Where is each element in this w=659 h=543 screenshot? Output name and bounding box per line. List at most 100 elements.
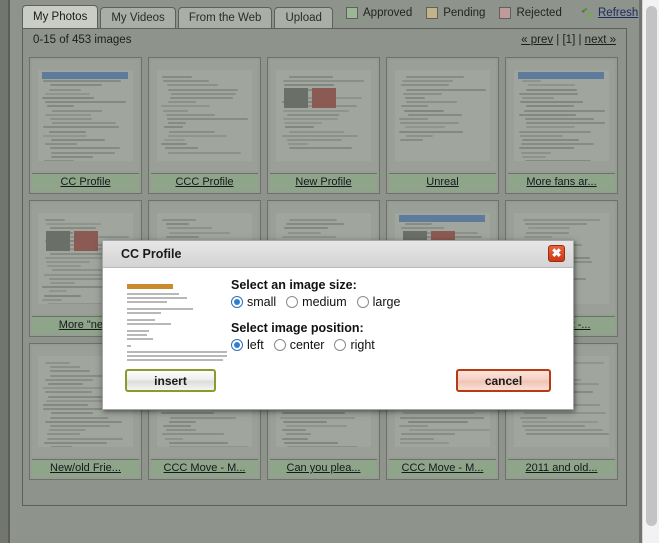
image-position-label-right: right [350,338,375,352]
thumbnail-image [395,70,490,161]
image-size-label-medium: medium [302,295,347,309]
preview-text-line [127,301,167,303]
legend-label-approved: Approved [363,7,413,19]
refresh-icon [581,8,593,18]
image-position-radio-center[interactable] [273,339,286,351]
image-size-radio-group: small medium large [231,295,406,309]
page-gutter-left [0,0,8,543]
thumbnail-caption-label: CCC Move - M... [401,462,484,474]
thumbnail-caption[interactable]: CCC Profile [151,173,258,191]
tab-my-photos[interactable]: My Photos [22,5,99,28]
thumbnail-caption[interactable]: Can you plea... [270,459,377,477]
thumbnail-caption-label: CCC Move - M... [163,462,246,474]
tab-upload[interactable]: Upload [274,7,333,28]
thumbnail-cell[interactable]: CC Profile [29,57,142,194]
close-icon[interactable]: ✖ [548,245,565,262]
thumbnail-frame [508,60,615,171]
prev-page-link[interactable]: « prev [521,34,553,46]
legend-label-rejected: Rejected [516,7,562,19]
image-position-radio-right[interactable] [334,339,347,351]
preview-header-bar [127,284,173,289]
legend-item-approved: Approved [346,7,412,19]
app-screen: My Photos My Videos From the Web Upload App… [0,0,659,543]
thumbnail-cell[interactable]: CCC Profile [148,57,261,194]
legend-swatch-approved [346,7,358,19]
thumbnail-caption[interactable]: CC Profile [32,173,139,191]
preview-text-line [127,319,155,321]
options-form: Select an image size: small medium large S… [231,278,406,364]
thumbnail-caption-label: CC Profile [60,176,111,188]
image-size-label: Select an image size: [231,278,357,292]
current-page: [1] [562,34,576,46]
thumbnail-image [38,70,133,161]
thumbnail-caption[interactable]: New Profile [270,173,377,191]
thumbnail-cell[interactable]: Unreal [386,57,499,194]
insert-button[interactable]: insert [125,369,216,392]
tab-bar: My Photos My Videos From the Web Upload [22,5,333,28]
thumbnail-caption-label: More fans ar... [526,176,597,188]
image-position-right[interactable]: right [334,338,375,352]
image-size-radio-medium[interactable] [286,296,299,308]
image-position-label-left: left [247,338,264,352]
preview-text-line [127,359,223,361]
legend-label-pending: Pending [443,7,486,19]
tab-my-videos[interactable]: My Videos [100,7,176,28]
preview-text-line [127,297,187,299]
preview-text-line [127,323,171,325]
thumbnail-caption[interactable]: Unreal [389,173,496,191]
thumbnail-frame [389,60,496,171]
image-size-medium[interactable]: medium [286,295,347,309]
tab-from-the-web[interactable]: From the Web [177,7,273,28]
thumbnail-caption-label: CCC Profile [175,176,234,188]
image-size-small[interactable]: small [231,295,276,309]
pager-separator-right: | [575,34,585,46]
preview-text-line [127,334,147,336]
image-position-radio-left[interactable] [231,339,243,351]
thumbnail-caption-label: New/old Frie... [50,462,121,474]
vertical-scrollbar[interactable] [642,0,659,543]
image-size-label-small: small [247,295,277,309]
image-position-label-center: center [289,338,325,352]
thumbnail-caption-label: New Profile [295,176,352,188]
status-legend: Approved Pending Rejected [346,7,562,19]
thumbnail-image [276,70,371,161]
preview-text-line [127,345,131,347]
preview-text-line [127,312,161,314]
thumbnail-cell[interactable]: More fans ar... [505,57,618,194]
thumbnail-caption[interactable]: CCC Move - M... [151,459,258,477]
thumbnail-cell[interactable]: New Profile [267,57,380,194]
cancel-button[interactable]: cancel [456,369,551,392]
image-size-radio-small[interactable] [231,296,243,308]
refresh-label: Refresh [598,7,639,19]
thumbnail-caption[interactable]: New/old Frie... [32,459,139,477]
image-count: 0-15 of 453 images [33,34,132,46]
thumbnail-image [514,70,609,161]
image-position-center[interactable]: center [273,338,325,352]
dialog-title: CC Profile [121,247,182,261]
image-preview [123,281,233,361]
image-size-radio-large[interactable] [356,296,369,308]
scrollbar-thumb[interactable] [646,6,657,526]
legend-item-rejected: Rejected [499,7,562,19]
next-page-link[interactable]: next » [585,34,616,46]
thumbnail-caption-label: 2011 and old... [525,462,598,474]
preview-text-line [127,338,153,340]
thumbnail-frame [32,60,139,171]
preview-text-line [127,308,193,310]
image-position-radio-group: left center right [231,338,406,352]
pagination: « prev | [1] | next » [521,34,616,46]
preview-text-line [127,293,179,295]
legend-swatch-pending [426,7,439,19]
image-options-dialog: CC Profile ✖ Select an image size: small… [102,240,574,410]
preview-text-line [127,355,227,357]
thumbnail-caption[interactable]: More fans ar... [508,173,615,191]
refresh-button[interactable]: Refresh [580,6,638,20]
image-size-label-large: large [372,295,401,309]
thumbnail-caption-label: Unreal [426,176,459,188]
preview-text-line [127,330,149,332]
thumbnail-caption[interactable]: 2011 and old... [508,459,615,477]
preview-text-line [127,351,227,353]
thumbnail-caption[interactable]: CCC Move - M... [389,459,496,477]
image-position-left[interactable]: left [231,338,264,352]
image-size-large[interactable]: large [356,295,401,309]
